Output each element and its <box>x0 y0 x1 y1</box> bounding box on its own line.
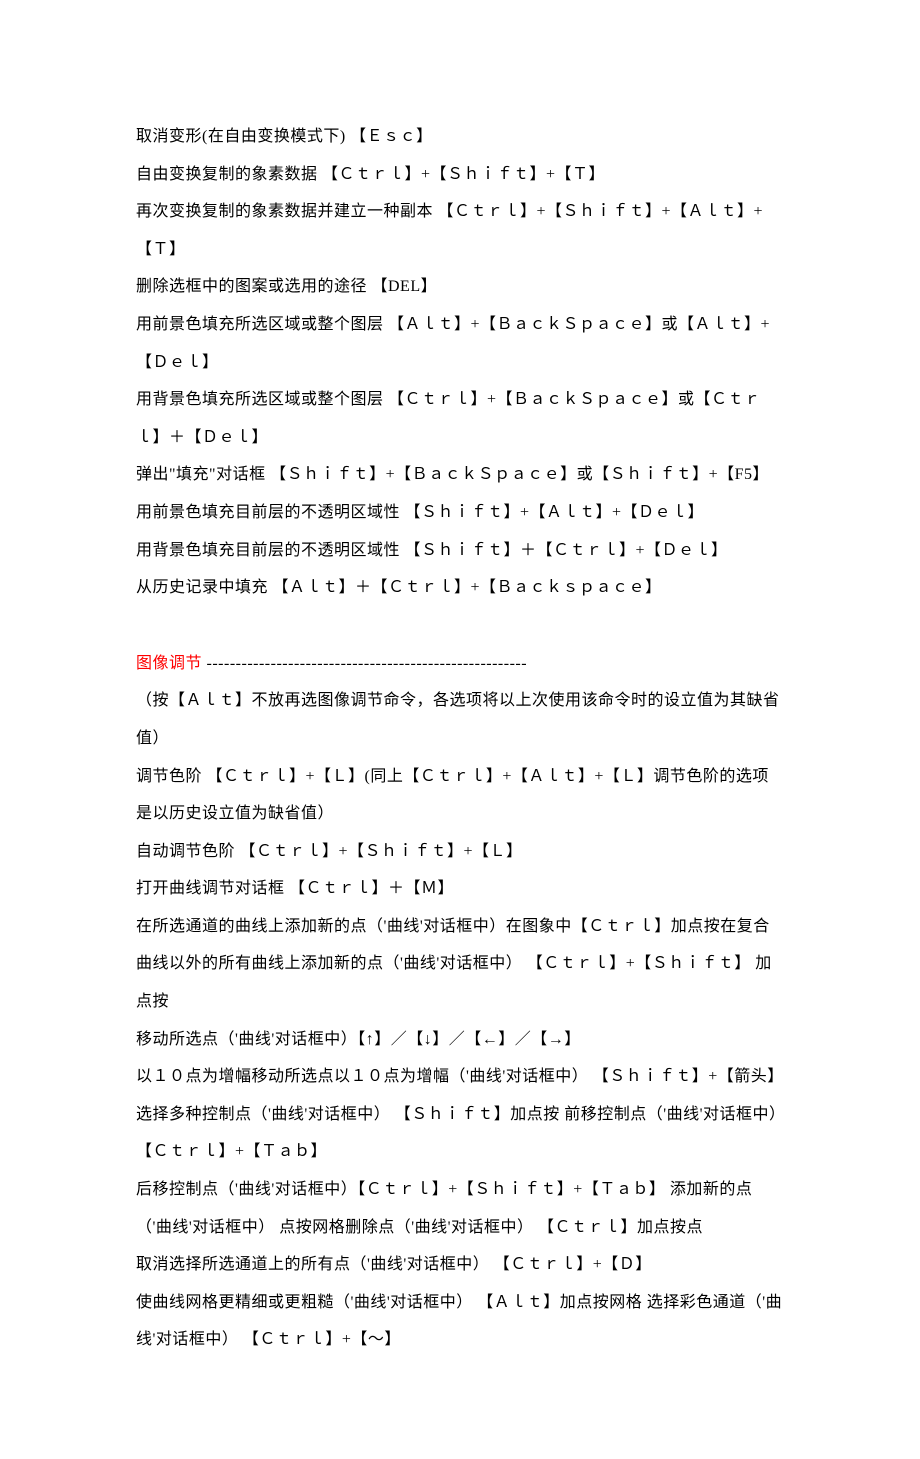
shortcut-line: 取消选择所选通道上的所有点（'曲线'对话框中） 【Ｃｔｒｌ】+【Ｄ】 <box>136 1246 784 1284</box>
shortcut-line: 调节色阶 【Ｃｔｒｌ】+【Ｌ】(同上【Ｃｔｒｌ】+【Ａｌｔ】+【Ｌ】调节色阶的选… <box>136 758 784 833</box>
shortcut-line: （按【Ａｌｔ】不放再选图像调节命令，各选项将以上次使用该命令时的设立值为其缺省值… <box>136 682 784 757</box>
shortcut-line: 在所选通道的曲线上添加新的点（'曲线'对话框中）在图象中【Ｃｔｒｌ】加点按在复合… <box>136 908 784 1021</box>
shortcut-line: 自动调节色阶 【Ｃｔｒｌ】+【Ｓｈｉｆｔ】+【Ｌ】 <box>136 833 784 871</box>
shortcut-line: 用前景色填充所选区域或整个图层 【Ａｌｔ】+【ＢａｃｋＳｐａｃｅ】或【Ａｌｔ】+… <box>136 306 784 381</box>
shortcut-line: 自由变换复制的象素数据 【Ｃｔｒｌ】+【Ｓｈｉｆｔ】+【Ｔ】 <box>136 156 784 194</box>
shortcut-line: 打开曲线调节对话框 【Ｃｔｒｌ】＋【Ｍ】 <box>136 870 784 908</box>
section-heading: 图像调节 -----------------------------------… <box>136 645 784 683</box>
document-page: 取消变形(在自由变换模式下) 【Ｅｓｃ】 自由变换复制的象素数据 【Ｃｔｒｌ】+… <box>0 0 920 1459</box>
shortcut-line: 使曲线网格更精细或更粗糙（'曲线'对话框中） 【Ａｌｔ】加点按网格 选择彩色通道… <box>136 1284 784 1359</box>
heading-label: 图像调节 <box>136 655 207 672</box>
shortcut-line: 选择多种控制点（'曲线'对话框中） 【Ｓｈｉｆｔ】加点按 前移控制点（'曲线'对… <box>136 1096 784 1171</box>
heading-dashes: ----------------------------------------… <box>207 655 528 672</box>
shortcut-line: 用前景色填充目前层的不透明区域性 【Ｓｈｉｆｔ】+【Ａｌｔ】+【Ｄｅｌ】 <box>136 494 784 532</box>
shortcut-line: 用背景色填充所选区域或整个图层 【Ｃｔｒｌ】+【ＢａｃｋＳｐａｃｅ】或【Ｃｔｒｌ… <box>136 381 784 456</box>
shortcut-line: 取消变形(在自由变换模式下) 【Ｅｓｃ】 <box>136 118 784 156</box>
shortcut-line: 后移控制点（'曲线'对话框中）【Ｃｔｒｌ】+【Ｓｈｉｆｔ】+【Ｔａｂ】 添加新的… <box>136 1171 784 1246</box>
shortcut-line: 删除选框中的图案或选用的途径 【DEL】 <box>136 268 784 306</box>
shortcut-line: 弹出"填充"对话框 【Ｓｈｉｆｔ】+【ＢａｃｋＳｐａｃｅ】或【Ｓｈｉｆｔ】+【F… <box>136 456 784 494</box>
shortcut-line: 用背景色填充目前层的不透明区域性 【Ｓｈｉｆｔ】＋【Ｃｔｒｌ】+【Ｄｅｌ】 <box>136 532 784 570</box>
shortcut-line: 以１０点为增幅移动所选点以１０点为增幅（'曲线'对话框中） 【Ｓｈｉｆｔ】+【箭… <box>136 1058 784 1096</box>
section-image-adjust: 图像调节 -----------------------------------… <box>136 645 784 1359</box>
section-edit-transform: 取消变形(在自由变换模式下) 【Ｅｓｃ】 自由变换复制的象素数据 【Ｃｔｒｌ】+… <box>136 118 784 607</box>
shortcut-line: 移动所选点（'曲线'对话框中）【↑】／【↓】／【←】／【→】 <box>136 1021 784 1059</box>
shortcut-line: 从历史记录中填充 【Ａｌｔ】＋【Ｃｔｒｌ】+【Ｂａｃｋｓｐａｃｅ】 <box>136 569 784 607</box>
shortcut-line: 再次变换复制的象素数据并建立一种副本 【Ｃｔｒｌ】+【Ｓｈｉｆｔ】+【Ａｌｔ】+… <box>136 193 784 268</box>
section-spacer <box>136 607 784 645</box>
